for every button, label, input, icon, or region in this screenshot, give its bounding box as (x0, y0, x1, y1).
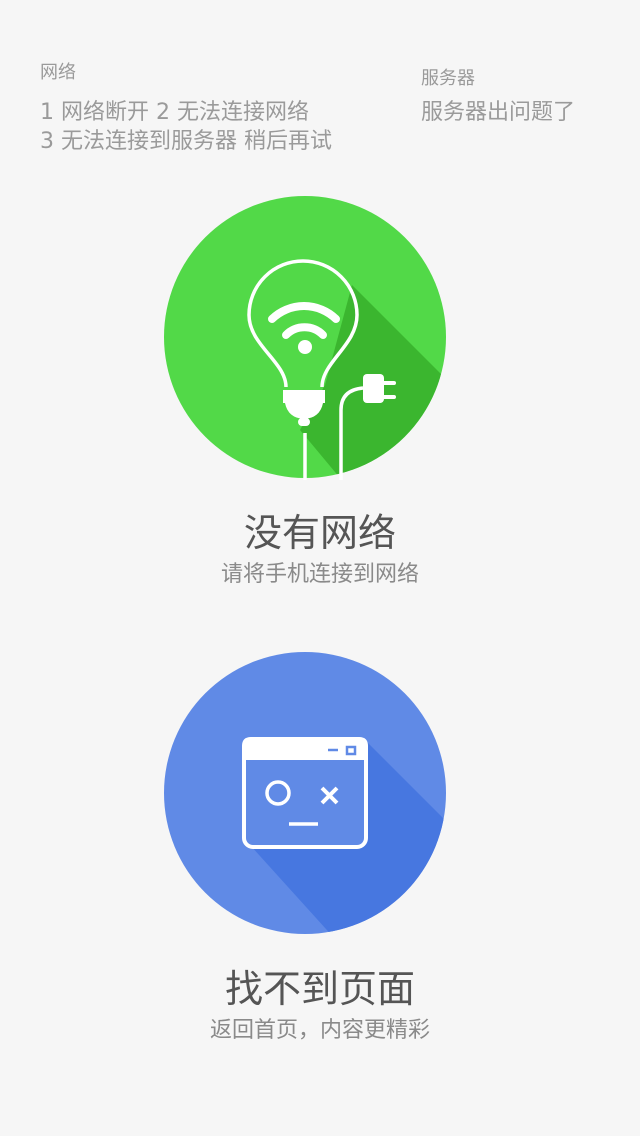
network-line-2: 3 无法连接到服务器 稍后再试 (40, 129, 332, 154)
network-line-1: 1 网络断开 2 无法连接网络 (40, 100, 309, 125)
not-found-title: 找不到页面 (224, 967, 415, 1011)
no-network-subtitle: 请将手机连接到网络 (220, 562, 419, 587)
server-line-1: 服务器出问题了 (421, 100, 576, 125)
no-network-icon (164, 196, 446, 480)
not-found-icon (164, 652, 446, 934)
browser-window-icon (242, 737, 368, 849)
network-heading: 网络 (40, 62, 76, 83)
server-heading: 服务器 (421, 68, 475, 89)
not-found-subtitle[interactable]: 返回首页，内容更精彩 (0, 1012, 640, 1044)
no-network-title: 没有网络 (243, 511, 396, 555)
